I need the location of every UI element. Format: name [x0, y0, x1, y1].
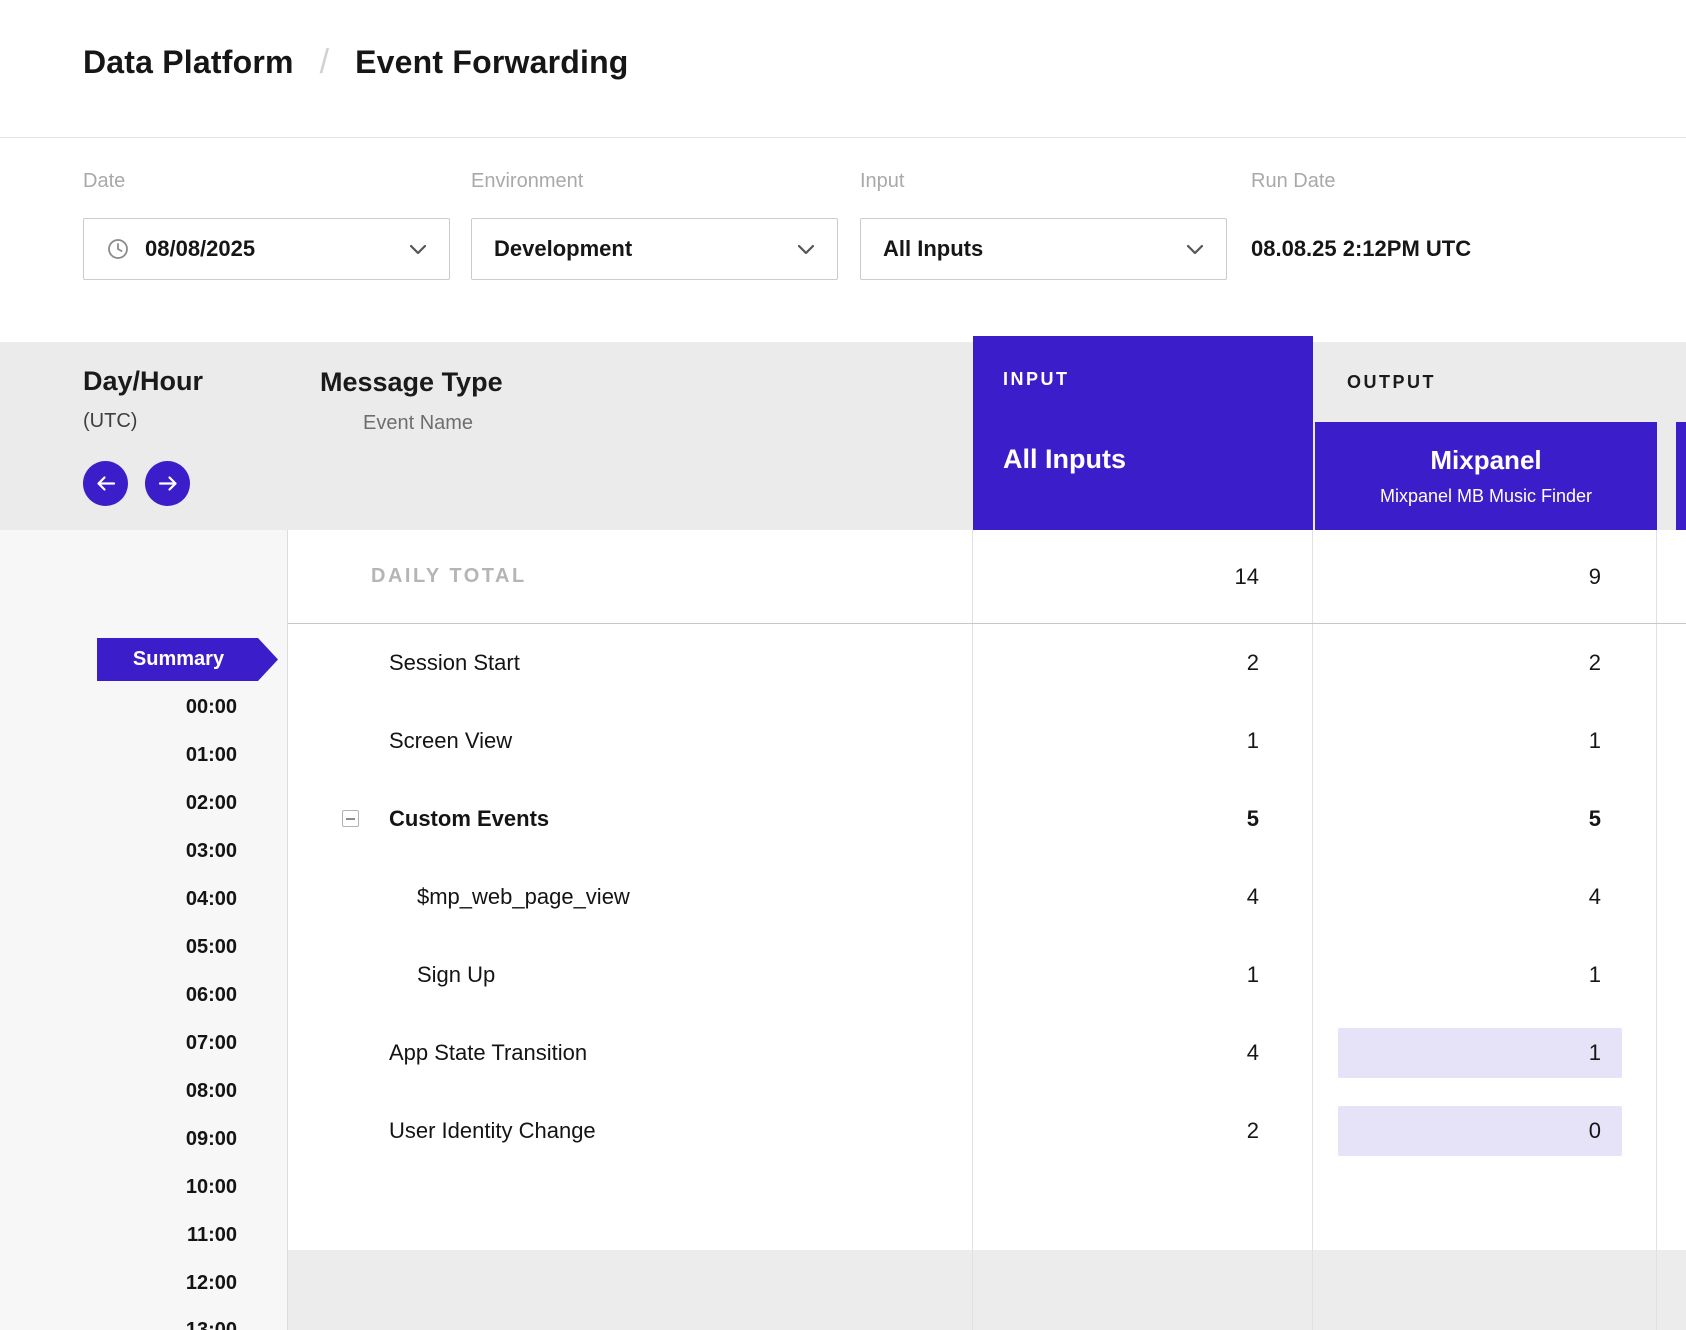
table-header: Day/Hour (UTC) Message Type Event Name I… [0, 342, 1686, 530]
table-row: Screen View 11 [0, 702, 1686, 780]
event-name-subtitle: Event Name [363, 412, 473, 435]
environment-filter-label: Environment [471, 170, 583, 193]
input-filter-label: Input [860, 170, 904, 193]
input-count: 1 [973, 702, 1313, 780]
filter-bar: Date 08/08/2025 Environment Development [0, 138, 1686, 342]
run-date-group: Run Date 08.08.25 2:12PM UTC [1251, 138, 1571, 342]
breadcrumb-separator-icon: / [320, 43, 329, 82]
row-name: Custom Events [389, 780, 549, 858]
output-count: 4 [1313, 858, 1657, 936]
event-forwarding-screen: Data Platform / Event Forwarding Date 08… [0, 0, 1686, 1330]
arrow-right-icon [157, 475, 179, 492]
input-count: 2 [973, 624, 1313, 702]
page-title: Event Forwarding [355, 44, 628, 81]
table-row: Sign Up 11 [0, 936, 1686, 1014]
table-row: $mp_web_page_view 44 [0, 858, 1686, 936]
daily-total-input-count: 14 [973, 530, 1313, 623]
message-type-title: Message Type [320, 367, 503, 398]
input-count: 1 [973, 936, 1313, 1014]
output-count: 1 [1313, 702, 1657, 780]
breadcrumb-data-platform[interactable]: Data Platform [83, 44, 294, 81]
table-row: Custom Events 55 [0, 780, 1686, 858]
next-section-band [288, 1250, 1686, 1330]
table-row: User Identity Change 20 [0, 1092, 1686, 1170]
daily-total-output-count: 9 [1313, 530, 1657, 623]
hour-label[interactable]: 13:00 [0, 1306, 237, 1330]
input-count: 2 [973, 1092, 1313, 1170]
run-date-label: Run Date [1251, 170, 1336, 193]
input-value: All Inputs [883, 236, 983, 262]
collapse-icon[interactable] [342, 810, 359, 827]
input-dropdown[interactable]: All Inputs [860, 218, 1227, 280]
chevron-down-icon [409, 244, 427, 255]
input-count: 4 [973, 1014, 1313, 1092]
next-day-button[interactable] [145, 461, 190, 506]
clock-icon [106, 237, 130, 261]
row-name: Sign Up [417, 936, 495, 1014]
previous-day-button[interactable] [83, 461, 128, 506]
output-count: 1 [1313, 936, 1657, 1014]
day-hour-title: Day/Hour [83, 366, 203, 397]
environment-value: Development [494, 236, 632, 262]
date-value: 08/08/2025 [145, 236, 255, 262]
input-filter-group: Input All Inputs [860, 138, 1227, 342]
run-date-value: 08.08.25 2:12PM UTC [1251, 218, 1471, 280]
input-column-header: INPUT All Inputs [973, 336, 1313, 530]
output-count-highlighted[interactable]: 1 [1338, 1028, 1622, 1078]
environment-dropdown[interactable]: Development [471, 218, 838, 280]
hour-label[interactable]: 11:00 [0, 1211, 237, 1259]
output-connection-name: Mixpanel MB Music Finder [1380, 486, 1592, 507]
input-count: 4 [973, 858, 1313, 936]
table-row: App State Transition 41 [0, 1014, 1686, 1092]
date-filter-label: Date [83, 170, 125, 193]
row-name: App State Transition [389, 1014, 587, 1092]
output-count-highlighted[interactable]: 0 [1338, 1106, 1622, 1156]
date-dropdown[interactable]: 08/08/2025 [83, 218, 450, 280]
chevron-down-icon [1186, 244, 1204, 255]
daily-total-label: DAILY TOTAL [371, 530, 527, 623]
output-column-label: OUTPUT [1347, 372, 1436, 393]
arrow-left-icon [95, 475, 117, 492]
environment-filter-group: Environment Development [471, 138, 838, 342]
row-name: User Identity Change [389, 1092, 596, 1170]
row-name: Session Start [389, 624, 520, 702]
chevron-down-icon [797, 244, 815, 255]
hour-label[interactable]: 12:00 [0, 1259, 237, 1307]
input-column-label: INPUT [1003, 369, 1070, 390]
output-name: Mixpanel [1430, 445, 1541, 476]
table-row: Session Start 22 [0, 624, 1686, 702]
breadcrumb: Data Platform / Event Forwarding [0, 0, 1686, 138]
output-count: 5 [1313, 780, 1657, 858]
input-column-title: All Inputs [1003, 444, 1126, 475]
next-output-column-edge [1676, 422, 1686, 530]
output-count: 2 [1313, 624, 1657, 702]
message-rows: Session Start22Screen View11Custom Event… [0, 624, 1686, 1170]
input-count: 5 [973, 780, 1313, 858]
row-name: Screen View [389, 702, 512, 780]
output-mixpanel-header[interactable]: Mixpanel Mixpanel MB Music Finder [1315, 422, 1657, 530]
day-hour-subtitle: (UTC) [83, 410, 137, 433]
table-body: DAILY TOTAL 14 9 Summary 00:0001:0002:00… [0, 530, 1686, 1330]
row-name: $mp_web_page_view [417, 858, 630, 936]
date-filter-group: Date 08/08/2025 [83, 138, 450, 342]
